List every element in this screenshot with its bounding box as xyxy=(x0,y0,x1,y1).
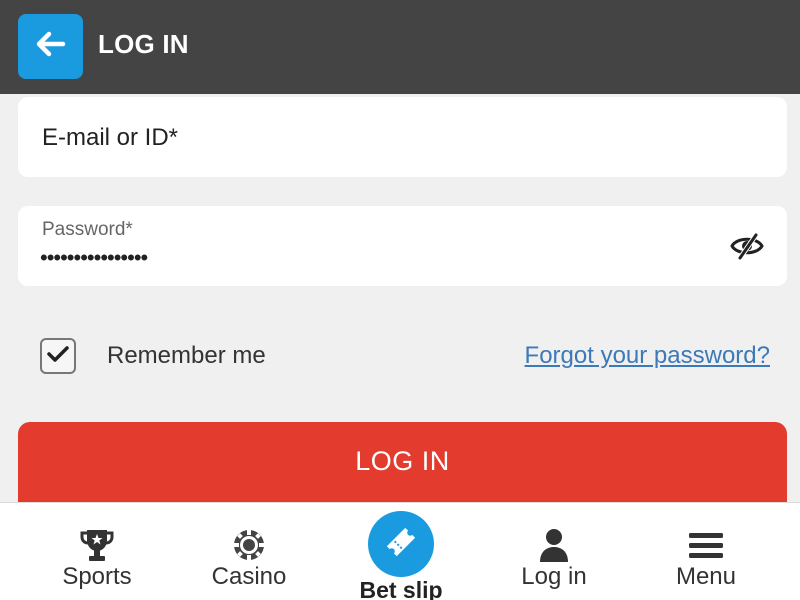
password-value: •••••••••••••••• xyxy=(40,245,148,270)
password-label: Password* xyxy=(42,219,133,240)
page-title: LOG IN xyxy=(98,29,189,59)
casino-chip-icon xyxy=(229,525,269,565)
remember-me-label[interactable]: Remember me xyxy=(107,342,266,370)
eye-slash-icon[interactable] xyxy=(729,230,765,262)
nav-item-casino[interactable]: Casino xyxy=(174,503,324,600)
header-bar: LOG IN xyxy=(0,0,800,94)
nav-label-sports: Sports xyxy=(62,563,132,590)
email-placeholder: E-mail or ID* xyxy=(42,124,179,151)
ticket-icon xyxy=(384,525,418,564)
nav-label-casino: Casino xyxy=(211,563,287,590)
nav-item-sports[interactable]: Sports xyxy=(22,503,172,600)
nav-item-menu[interactable]: Menu xyxy=(631,503,781,600)
nav-label-log-in: Log in xyxy=(521,563,587,590)
nav-item-bet-slip[interactable]: Bet slip xyxy=(326,503,476,600)
hamburger-menu-icon xyxy=(686,525,726,565)
email-field[interactable]: E-mail or ID* xyxy=(18,97,787,177)
bottom-nav: Sports Casino Bet slip Log in Menu xyxy=(0,502,800,600)
user-icon xyxy=(534,525,574,565)
nav-label-menu: Menu xyxy=(675,563,737,590)
password-field[interactable]: Password* •••••••••••••••• xyxy=(18,206,787,286)
back-button[interactable] xyxy=(18,14,83,79)
checkmark-icon xyxy=(47,345,69,368)
trophy-icon xyxy=(77,525,117,565)
nav-label-bet-slip: Bet slip xyxy=(359,577,443,600)
remember-me-checkbox[interactable] xyxy=(40,338,76,374)
login-button[interactable]: LOG IN xyxy=(18,422,787,502)
login-button-label: LOG IN xyxy=(355,446,450,476)
bet-slip-circle xyxy=(368,511,434,577)
arrow-left-icon xyxy=(36,31,66,62)
nav-item-log-in[interactable]: Log in xyxy=(479,503,629,600)
forgot-password-link[interactable]: Forgot your password? xyxy=(525,342,770,370)
